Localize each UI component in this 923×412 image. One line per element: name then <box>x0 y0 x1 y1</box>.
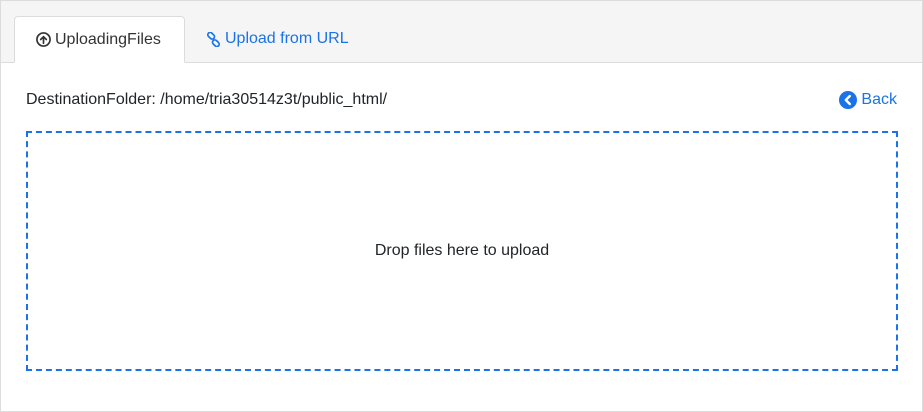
back-label: Back <box>861 91 897 108</box>
link-icon <box>205 31 221 47</box>
tab-label: Upload from URL <box>225 30 349 47</box>
file-dropzone[interactable]: Drop files here to upload <box>26 131 898 371</box>
upload-circle-icon <box>35 32 51 48</box>
back-link[interactable]: Back <box>839 91 897 109</box>
upload-panel: UploadingFiles Upload from URL Destinati… <box>0 0 923 412</box>
tab-upload-from-url[interactable]: Upload from URL <box>185 16 369 62</box>
tab-bar: UploadingFiles Upload from URL <box>1 1 922 63</box>
destination-folder: DestinationFolder: /home/tria30514z3t/pu… <box>26 91 388 108</box>
tab-label: UploadingFiles <box>55 30 161 48</box>
chevron-left-circle-icon <box>839 91 858 109</box>
dropzone-text: Drop files here to upload <box>374 242 550 259</box>
destination-row: DestinationFolder: /home/tria30514z3t/pu… <box>26 89 897 111</box>
tab-uploading-files[interactable]: UploadingFiles <box>14 16 185 63</box>
